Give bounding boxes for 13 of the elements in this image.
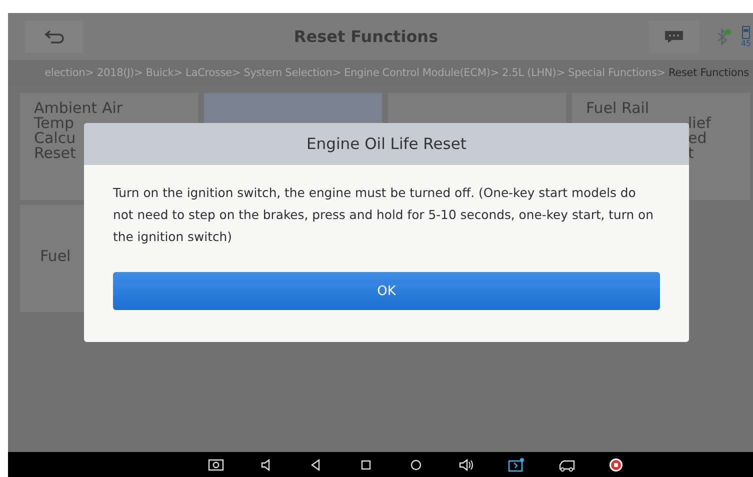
tile-label: lief — [687, 116, 712, 131]
dialog-title: Engine Oil Life Reset — [84, 123, 689, 165]
tile-label: Fuel Rail — [586, 101, 650, 116]
tile-label: t — [687, 146, 695, 161]
tile-label: Reset — [34, 146, 77, 161]
tile-label: Ambient Air — [34, 101, 124, 116]
page-title: Reset Functions — [292, 27, 440, 46]
tile-label: Temp — [34, 116, 74, 131]
tile-label: Fuel — [40, 249, 72, 264]
tile-label: ed — [687, 131, 708, 146]
tile-label: Calcu — [34, 131, 77, 146]
dialog-message: Turn on the ignition switch, the engine must be turned off. (One-key start models do not need to step on the brakes, press and hold for 5-10 seconds, one-key start, turn on the ignition switch) — [113, 184, 654, 246]
battery-level: 45 — [740, 39, 752, 48]
